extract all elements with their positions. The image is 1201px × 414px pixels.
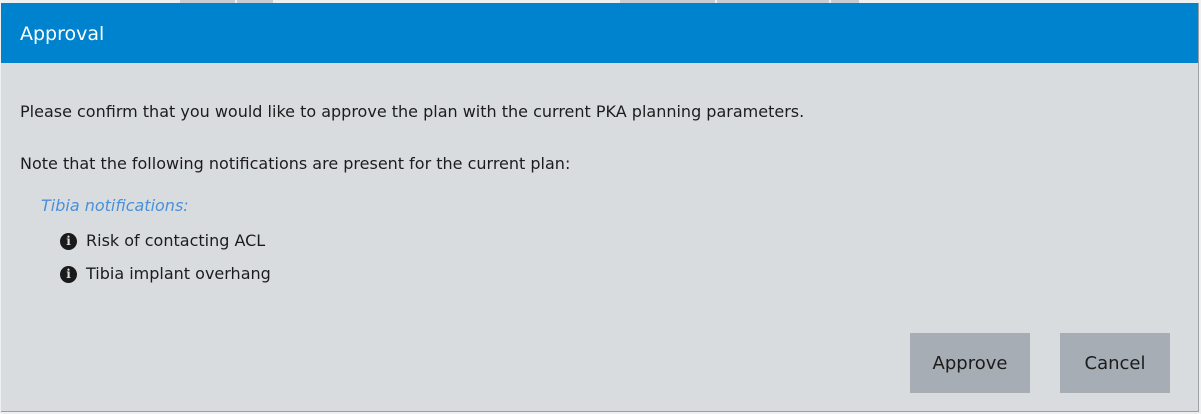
- notification-note: Note that the following notifications ar…: [20, 154, 571, 173]
- notification-item: i Tibia implant overhang: [60, 264, 271, 284]
- approve-button[interactable]: Approve: [910, 333, 1030, 393]
- cancel-button[interactable]: Cancel: [1060, 333, 1170, 393]
- info-icon: i: [60, 265, 77, 283]
- notification-text: Tibia implant overhang: [86, 264, 271, 283]
- approval-dialog: Approval Please confirm that you would l…: [1, 3, 1199, 412]
- dialog-titlebar: Approval: [1, 3, 1198, 63]
- notification-text: Risk of contacting ACL: [86, 231, 266, 250]
- dialog-title: Approval: [20, 23, 105, 45]
- confirm-message: Please confirm that you would like to ap…: [20, 102, 805, 121]
- notification-item: i Risk of contacting ACL: [60, 231, 265, 251]
- tibia-notifications-label: Tibia notifications:: [41, 196, 189, 215]
- info-icon: i: [60, 232, 77, 250]
